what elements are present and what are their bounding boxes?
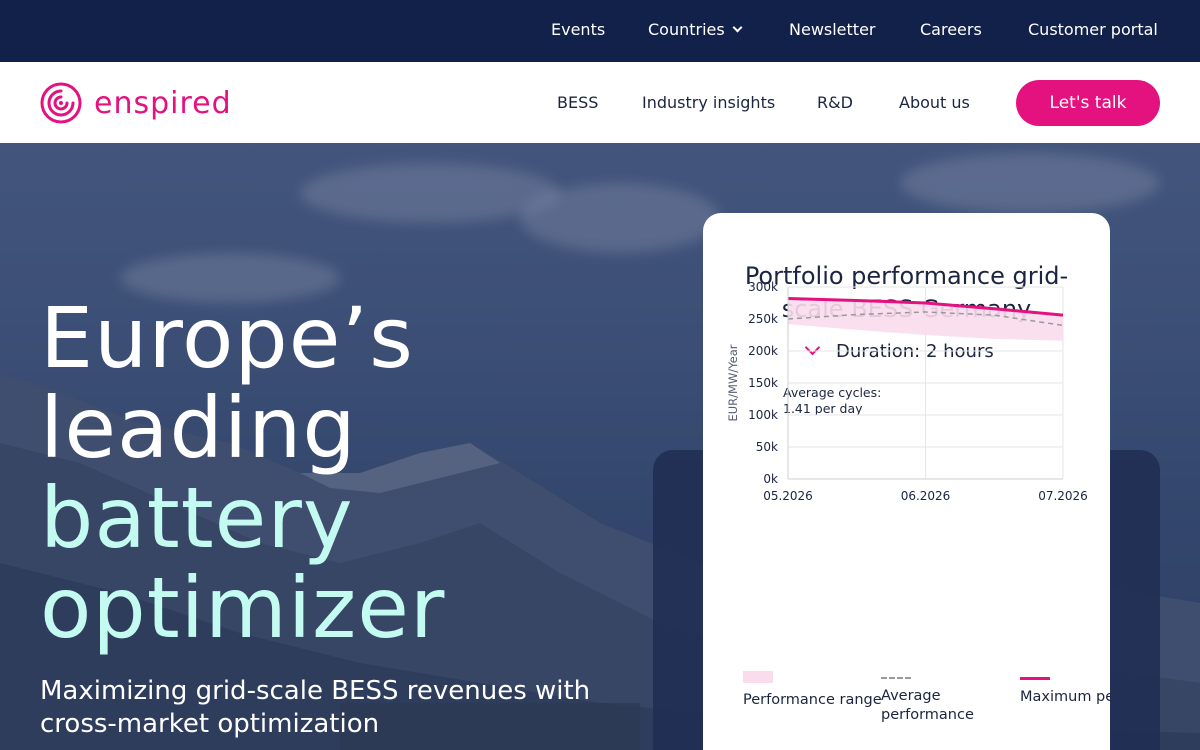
nav-about-us-link[interactable]: About us [899, 93, 970, 112]
topbar-customer-portal-link[interactable]: Customer portal [1028, 20, 1158, 39]
y-tick-label: 0k [763, 472, 778, 486]
top-utility-bar: Events Countries Newsletter Careers Cust… [0, 0, 1200, 62]
x-tick-label: 07.2026 [1038, 489, 1088, 503]
x-tick-label: 05.2026 [763, 489, 813, 503]
topbar-careers-link[interactable]: Careers [920, 20, 982, 39]
logo-spiral-icon [40, 82, 82, 124]
y-tick-label: 200k [748, 344, 778, 358]
legend-swatch-maximum [1020, 677, 1050, 680]
logo-wordmark: enspired [94, 85, 232, 121]
enspired-logo[interactable]: enspired [40, 81, 232, 125]
legend-swatch-range [743, 671, 773, 683]
legend-item-maximum[interactable]: Maximum performance [1020, 671, 1110, 707]
headline-line: Europe’s [40, 289, 414, 387]
y-tick-label: 300k [748, 280, 778, 294]
legend-swatch-average [881, 677, 911, 679]
chevron-down-icon [732, 22, 743, 33]
performance-line-chart: 300k 250k 200k 150k 100k 50k 0k 05.2026 06.2026 0… [726, 280, 1088, 503]
headline-highlight-line: optimizer [40, 559, 446, 657]
legend-item-average[interactable]: Average performance [881, 671, 1021, 725]
legend-label: Performance range [743, 692, 882, 708]
portfolio-performance-card: Portfolio performance grid-scale BESS Ge… [703, 213, 1110, 750]
hero-section: Europe’s leading battery optimizer Maxim… [0, 143, 1200, 750]
topbar-events-link[interactable]: Events [551, 20, 605, 39]
y-tick-label: 100k [748, 408, 778, 422]
topbar-countries-label: Countries [648, 20, 725, 39]
legend-label: Average performance [881, 688, 974, 723]
topbar-countries-dropdown[interactable]: Countries [648, 20, 743, 39]
y-axis-label: EUR/MW/Year [726, 344, 740, 421]
lets-talk-button[interactable]: Let's talk [1016, 80, 1160, 126]
headline-line: leading [40, 379, 357, 477]
legend-item-range[interactable]: Performance range [743, 671, 883, 710]
nav-industry-insights-link[interactable]: Industry insights [642, 93, 775, 112]
y-tick-label: 50k [756, 440, 778, 454]
hero-headline: Europe’s leading battery optimizer [40, 293, 445, 653]
y-tick-label: 250k [748, 312, 778, 326]
y-tick-label: 150k [748, 376, 778, 390]
hero-subheading: Maximizing grid-scale BESS revenues with… [40, 676, 591, 739]
nav-bess-link[interactable]: BESS [557, 93, 598, 112]
x-tick-label: 06.2026 [901, 489, 951, 503]
main-navigation: enspired BESS Industry insights R&D Abou… [0, 62, 1200, 143]
nav-rnd-link[interactable]: R&D [817, 93, 853, 112]
headline-highlight-line: battery [40, 469, 354, 567]
topbar-newsletter-link[interactable]: Newsletter [789, 20, 876, 39]
legend-label: Maximum performance [1020, 689, 1110, 705]
